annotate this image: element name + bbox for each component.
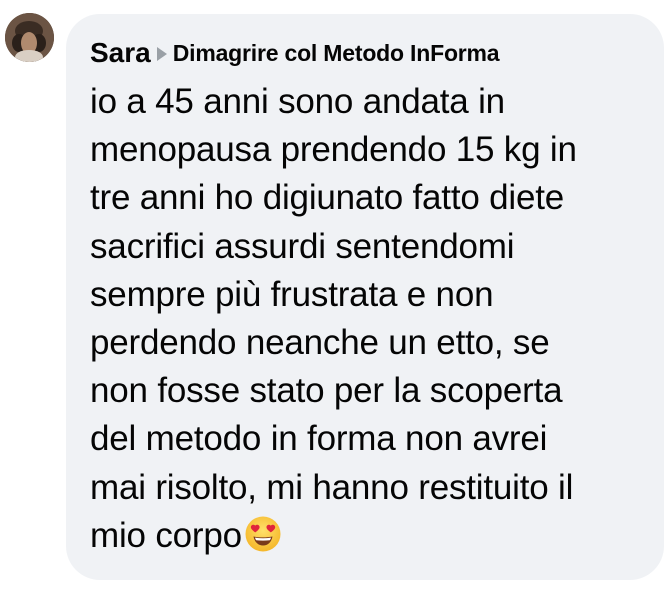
comment-header: Sara Dimagrire col Metodo InForma [90, 36, 640, 70]
heart-eyes-emoji-icon [244, 515, 282, 553]
comment-bubble: Sara Dimagrire col Metodo InForma io a 4… [66, 14, 664, 580]
comment-line: sacrifici assurdi sentendomi [90, 226, 515, 266]
avatar-image [5, 13, 54, 62]
comment-line: tre anni ho digiunato fatto diete [90, 178, 565, 218]
comment-line: menopausa prendendo 15 kg in [90, 130, 577, 170]
comment-last-line: mio corpo [90, 512, 640, 560]
comment-line: perdendo neanche un etto, se [90, 323, 550, 363]
comment-line: io a 45 anni sono andata in [90, 82, 505, 121]
comment-text: io a 45 anni sono andata in menopausa pr… [90, 78, 640, 560]
comment-line: sempre più frustrata e non [90, 274, 494, 314]
avatar[interactable] [5, 13, 54, 62]
comment-line: non fosse stato per la scoperta [90, 371, 563, 411]
author-name[interactable]: Sara [90, 37, 151, 69]
group-name[interactable]: Dimagrire col Metodo InForma [173, 40, 500, 67]
comment-line: mai risolto, mi hanno restituito il [90, 467, 574, 507]
comment-line: mio corpo [90, 515, 242, 555]
arrow-right-icon [156, 47, 167, 61]
comment-line: del metodo in forma non avrei [90, 419, 548, 459]
